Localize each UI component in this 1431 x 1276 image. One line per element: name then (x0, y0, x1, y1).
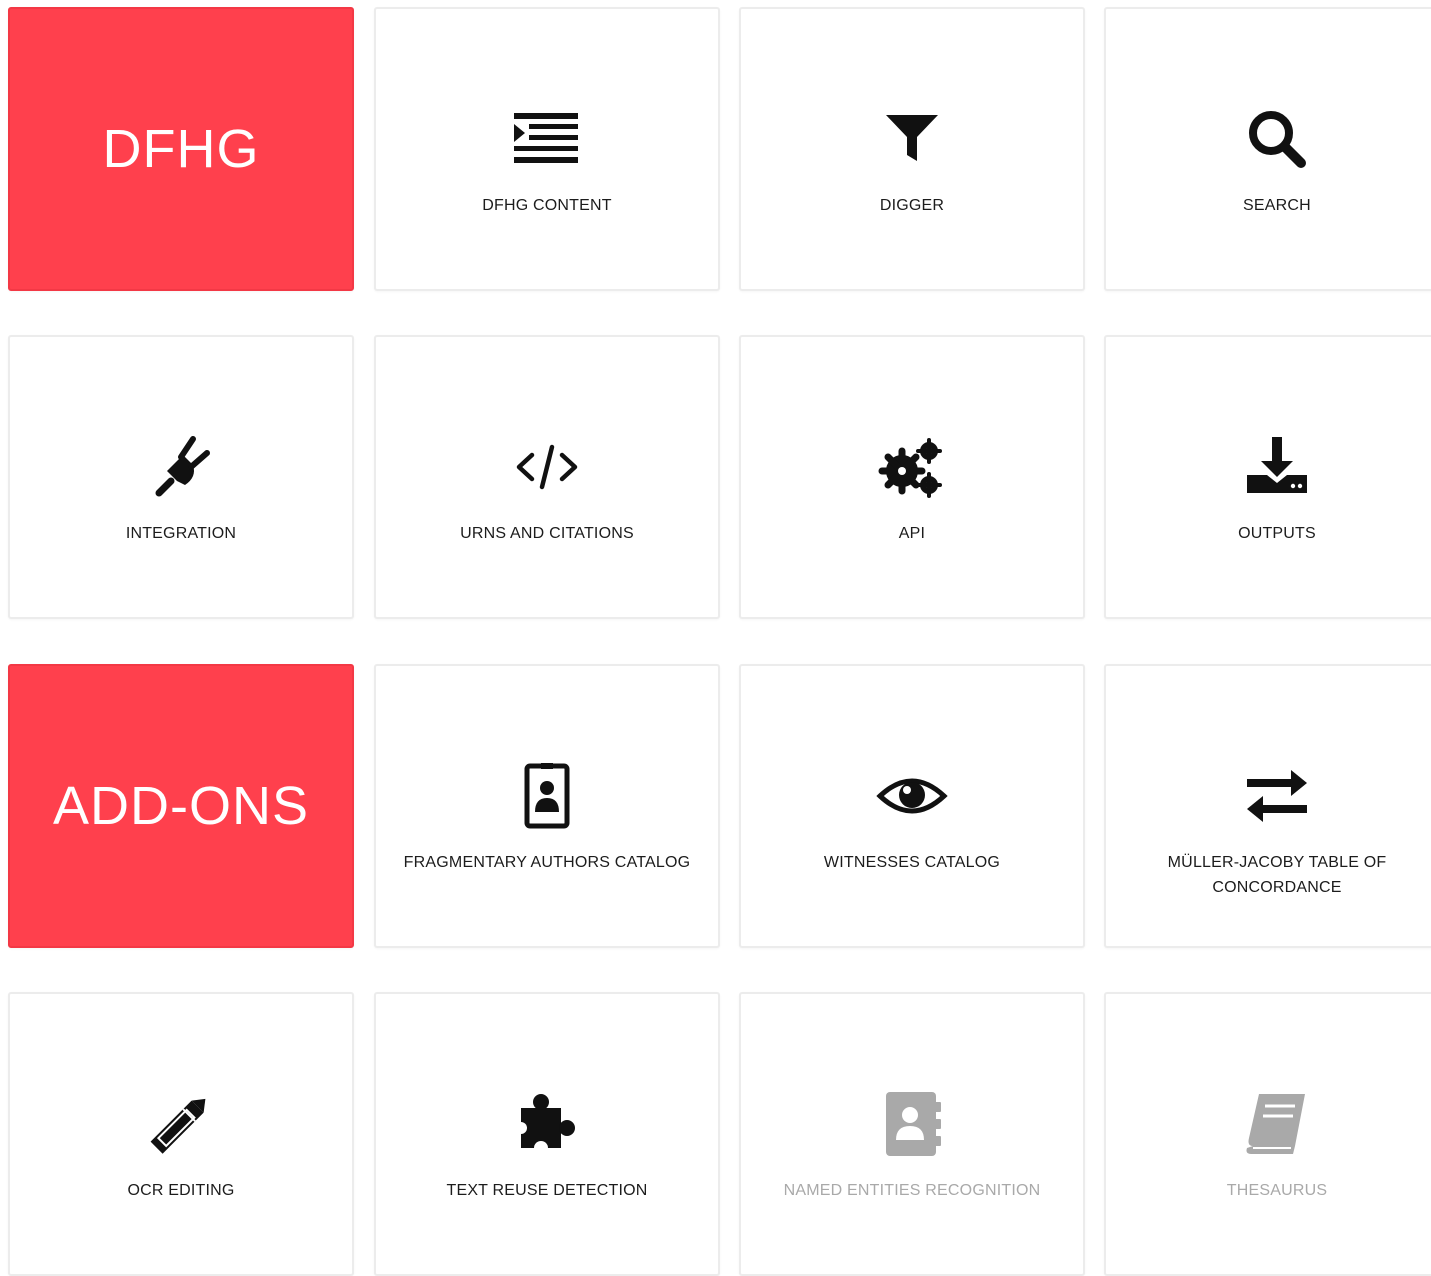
tile-label: TEXT REUSE DETECTION (446, 1182, 648, 1199)
eye-icon (876, 760, 948, 832)
tile-label: MÜLLER-JACOBY TABLE OF CONCORDANCE (1167, 854, 1387, 896)
tile-label: DIGGER (879, 197, 945, 214)
filter-icon (876, 103, 948, 175)
address-book-icon (876, 1088, 948, 1160)
tile-label: URNS AND CITATIONS (460, 525, 634, 542)
tile-named-entities-recognition[interactable]: NAMED ENTITIES RECOGNITION (739, 992, 1085, 1276)
tile-label: WITNESSES CATALOG (823, 854, 1001, 871)
indent-list-icon (511, 103, 583, 175)
tile-search[interactable]: SEARCH (1104, 7, 1431, 291)
section-dfhg: DFHG (8, 7, 354, 291)
tile-label: DFHG CONTENT (482, 197, 612, 214)
section-title-dfhg: DFHG (102, 119, 260, 179)
tile-witnesses-catalog[interactable]: WITNESSES CATALOG (739, 664, 1085, 948)
tile-fragmentary-authors-catalog[interactable]: FRAGMENTARY AUTHORS CATALOG (374, 664, 720, 948)
plug-icon (145, 431, 217, 503)
tile-api[interactable]: API (739, 335, 1085, 619)
tile-label: THESAURUS (1226, 1182, 1328, 1199)
exchange-icon (1241, 760, 1313, 832)
section-title-add-ons: ADD-ONS (52, 776, 309, 836)
tile-dfhg-content[interactable]: DFHG CONTENT (374, 7, 720, 291)
search-icon (1241, 103, 1313, 175)
tile-label: INTEGRATION (125, 525, 237, 542)
tile-urns-and-citations[interactable]: URNS AND CITATIONS (374, 335, 720, 619)
tile-label: OUTPUTS (1238, 525, 1316, 542)
tile-label: FRAGMENTARY AUTHORS CATALOG (403, 854, 691, 871)
tile-thesaurus[interactable]: THESAURUS (1104, 992, 1431, 1276)
puzzle-icon (511, 1088, 583, 1160)
tile-outputs[interactable]: OUTPUTS (1104, 335, 1431, 619)
tile-integration[interactable]: INTEGRATION (8, 335, 354, 619)
download-icon (1241, 431, 1313, 503)
code-icon (511, 431, 583, 503)
section-add-ons: ADD-ONS (8, 664, 354, 948)
book-icon (1241, 1088, 1313, 1160)
pencil-icon (145, 1088, 217, 1160)
gears-icon (876, 431, 948, 503)
tile-label: SEARCH (1243, 197, 1311, 214)
tile-digger[interactable]: DIGGER (739, 7, 1085, 291)
tile-label: NAMED ENTITIES RECOGNITION (783, 1182, 1041, 1199)
tile-label: OCR EDITING (127, 1182, 235, 1199)
id-badge-icon (511, 760, 583, 832)
tile-ocr-editing[interactable]: OCR EDITING (8, 992, 354, 1276)
tile-muller-jacoby-concordance[interactable]: MÜLLER-JACOBY TABLE OF CONCORDANCE (1104, 664, 1431, 948)
tile-text-reuse-detection[interactable]: TEXT REUSE DETECTION (374, 992, 720, 1276)
tile-label: API (898, 525, 926, 542)
